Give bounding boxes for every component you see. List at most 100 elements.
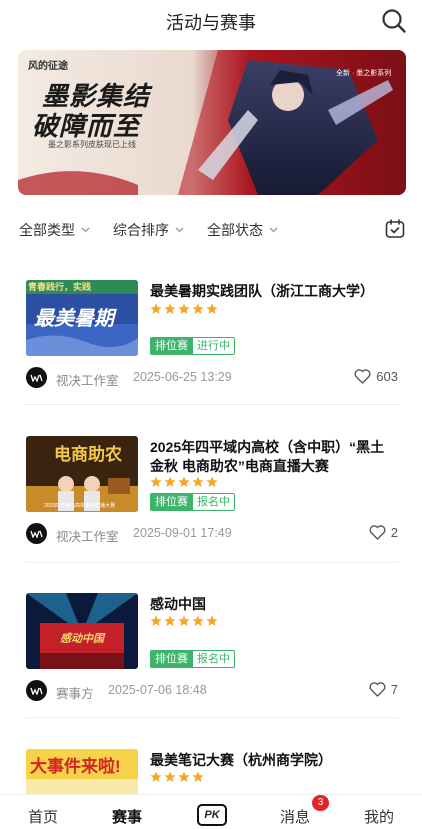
banner-logo: 风的征途 [28, 61, 68, 72]
like-button[interactable]: 2 [369, 525, 398, 540]
star-icon [206, 476, 218, 487]
thumb-big-text: 最美暑期 [34, 308, 114, 330]
status-tag: 报名中 [193, 493, 235, 511]
event-datetime: 2025-09-01 17:49 [133, 526, 232, 540]
event-tags: 排位赛 报名中 [150, 493, 235, 511]
star-icon [178, 771, 190, 782]
bottom-tab-bar: 首页 赛事 PK 消息 3 我的 [0, 794, 422, 830]
like-count: 603 [376, 369, 398, 384]
rating-stars [150, 303, 218, 315]
thumb-big-text: 感动中国 [60, 633, 104, 645]
like-button[interactable]: 603 [354, 369, 398, 384]
type-tag: 排位赛 [150, 337, 193, 355]
heart-icon [354, 369, 371, 384]
divider [26, 404, 398, 405]
banner-subtitle: 墨之影系列皮肤现已上线 [48, 140, 136, 149]
event-thumbnail: 电商助农 2025四平域内高校电商直播大赛 [26, 436, 138, 512]
event-card[interactable]: 青春践行，实践 最美暑期 最美暑期实践团队（浙江工商大学） 排位赛 进行中 视决… [26, 280, 398, 390]
rating-stars [150, 771, 204, 783]
divider [26, 717, 398, 718]
star-icon [150, 615, 162, 626]
event-meta: 视决工作室 2025-09-01 17:49 2 [26, 523, 398, 545]
status-filter-label: 全部状态 [207, 222, 263, 238]
star-icon [164, 771, 176, 782]
author-avatar [26, 367, 47, 388]
like-button[interactable]: 7 [369, 682, 398, 697]
event-datetime: 2025-06-25 13:29 [133, 370, 232, 384]
star-icon [178, 615, 190, 626]
banner-side-text: 全新 · 墨之影系列 [336, 70, 392, 77]
tab-messages[interactable]: 消息 [280, 806, 310, 827]
author-avatar [26, 680, 47, 701]
top-bar: 活动与赛事 [0, 0, 422, 40]
chevron-down-icon [81, 227, 90, 233]
type-filter[interactable]: 全部类型 [19, 220, 90, 240]
event-thumbnail: 感动中国 [26, 593, 138, 669]
event-tags: 排位赛 进行中 [150, 337, 235, 355]
event-title[interactable]: 2025年四平域内高校（含中职）“黑土金秋 电商助农”电商直播大赛 [150, 438, 398, 476]
event-thumbnail: 青春践行，实践 最美暑期 [26, 280, 138, 356]
event-meta: 赛事方 2025-07-06 18:48 7 [26, 680, 398, 702]
tab-mine[interactable]: 我的 [364, 806, 394, 827]
thumb-big-text: 电商助农 [54, 445, 122, 464]
thumb-small-text: 2025四平域内高校电商直播大赛 [44, 503, 116, 509]
sort-filter-label: 综合排序 [113, 222, 169, 238]
star-icon [150, 303, 162, 314]
banner-headline-2: 破障而至 [32, 111, 141, 141]
author-name: 视决工作室 [56, 374, 119, 388]
pk-label: PK [204, 809, 220, 821]
star-icon [150, 476, 162, 487]
tab-home[interactable]: 首页 [28, 806, 58, 827]
messages-badge: 3 [312, 795, 329, 811]
sort-filter[interactable]: 综合排序 [113, 220, 184, 240]
like-count: 7 [390, 682, 398, 697]
star-icon [164, 303, 176, 314]
page-title: 活动与赛事 [166, 13, 256, 33]
rating-stars [150, 476, 218, 488]
thumb-caption: 青春践行，实践 [28, 282, 92, 292]
type-tag: 排位赛 [150, 493, 193, 511]
event-thumbnail: 大事件来啦! [26, 749, 138, 794]
tab-events[interactable]: 赛事 [112, 806, 142, 827]
event-tags: 排位赛 报名中 [150, 650, 235, 668]
star-icon [178, 476, 190, 487]
event-card[interactable]: 电商助农 2025四平域内高校电商直播大赛 2025年四平域内高校（含中职）“黑… [26, 436, 398, 546]
like-count: 2 [390, 525, 398, 540]
heart-icon [369, 525, 386, 540]
event-card[interactable]: 感动中国 感动中国 排位赛 报名中 赛事方 2025-07-06 18:48 7 [26, 593, 398, 703]
search-icon[interactable] [381, 8, 407, 34]
star-icon [192, 615, 204, 626]
status-tag: 进行中 [193, 337, 235, 355]
calendar-icon[interactable] [384, 218, 406, 240]
event-card[interactable]: 大事件来啦! 最美笔记大赛（杭州商学院） [26, 749, 398, 794]
type-filter-label: 全部类型 [19, 222, 75, 238]
thumb-big-text: 大事件来啦! [30, 757, 121, 776]
rating-stars [150, 615, 218, 627]
tab-pk[interactable]: PK [197, 804, 227, 826]
star-icon [178, 303, 190, 314]
filter-bar: 全部类型 综合排序 全部状态 [0, 216, 422, 244]
star-icon [164, 615, 176, 626]
author-avatar [26, 523, 47, 544]
event-title[interactable]: 最美暑期实践团队（浙江工商大学） [150, 282, 398, 301]
status-tag: 报名中 [193, 650, 235, 668]
author-name: 赛事方 [56, 687, 94, 701]
star-icon [192, 476, 204, 487]
event-meta: 视决工作室 2025-06-25 13:29 603 [26, 367, 398, 389]
star-icon [164, 476, 176, 487]
event-title[interactable]: 最美笔记大赛（杭州商学院） [150, 751, 398, 770]
chevron-down-icon [269, 227, 278, 233]
star-icon [192, 303, 204, 314]
divider [26, 562, 398, 563]
star-icon [206, 303, 218, 314]
chevron-down-icon [175, 227, 184, 233]
star-icon [192, 771, 204, 782]
heart-icon [369, 682, 386, 697]
author-name: 视决工作室 [56, 530, 119, 544]
promo-banner[interactable]: 风的征途 墨影集结 破障而至 墨之影系列皮肤现已上线 全新 · 墨之影系列 [18, 50, 406, 195]
star-icon [206, 615, 218, 626]
star-icon [150, 771, 162, 782]
type-tag: 排位赛 [150, 650, 193, 668]
event-title[interactable]: 感动中国 [150, 595, 398, 614]
status-filter[interactable]: 全部状态 [207, 220, 278, 240]
